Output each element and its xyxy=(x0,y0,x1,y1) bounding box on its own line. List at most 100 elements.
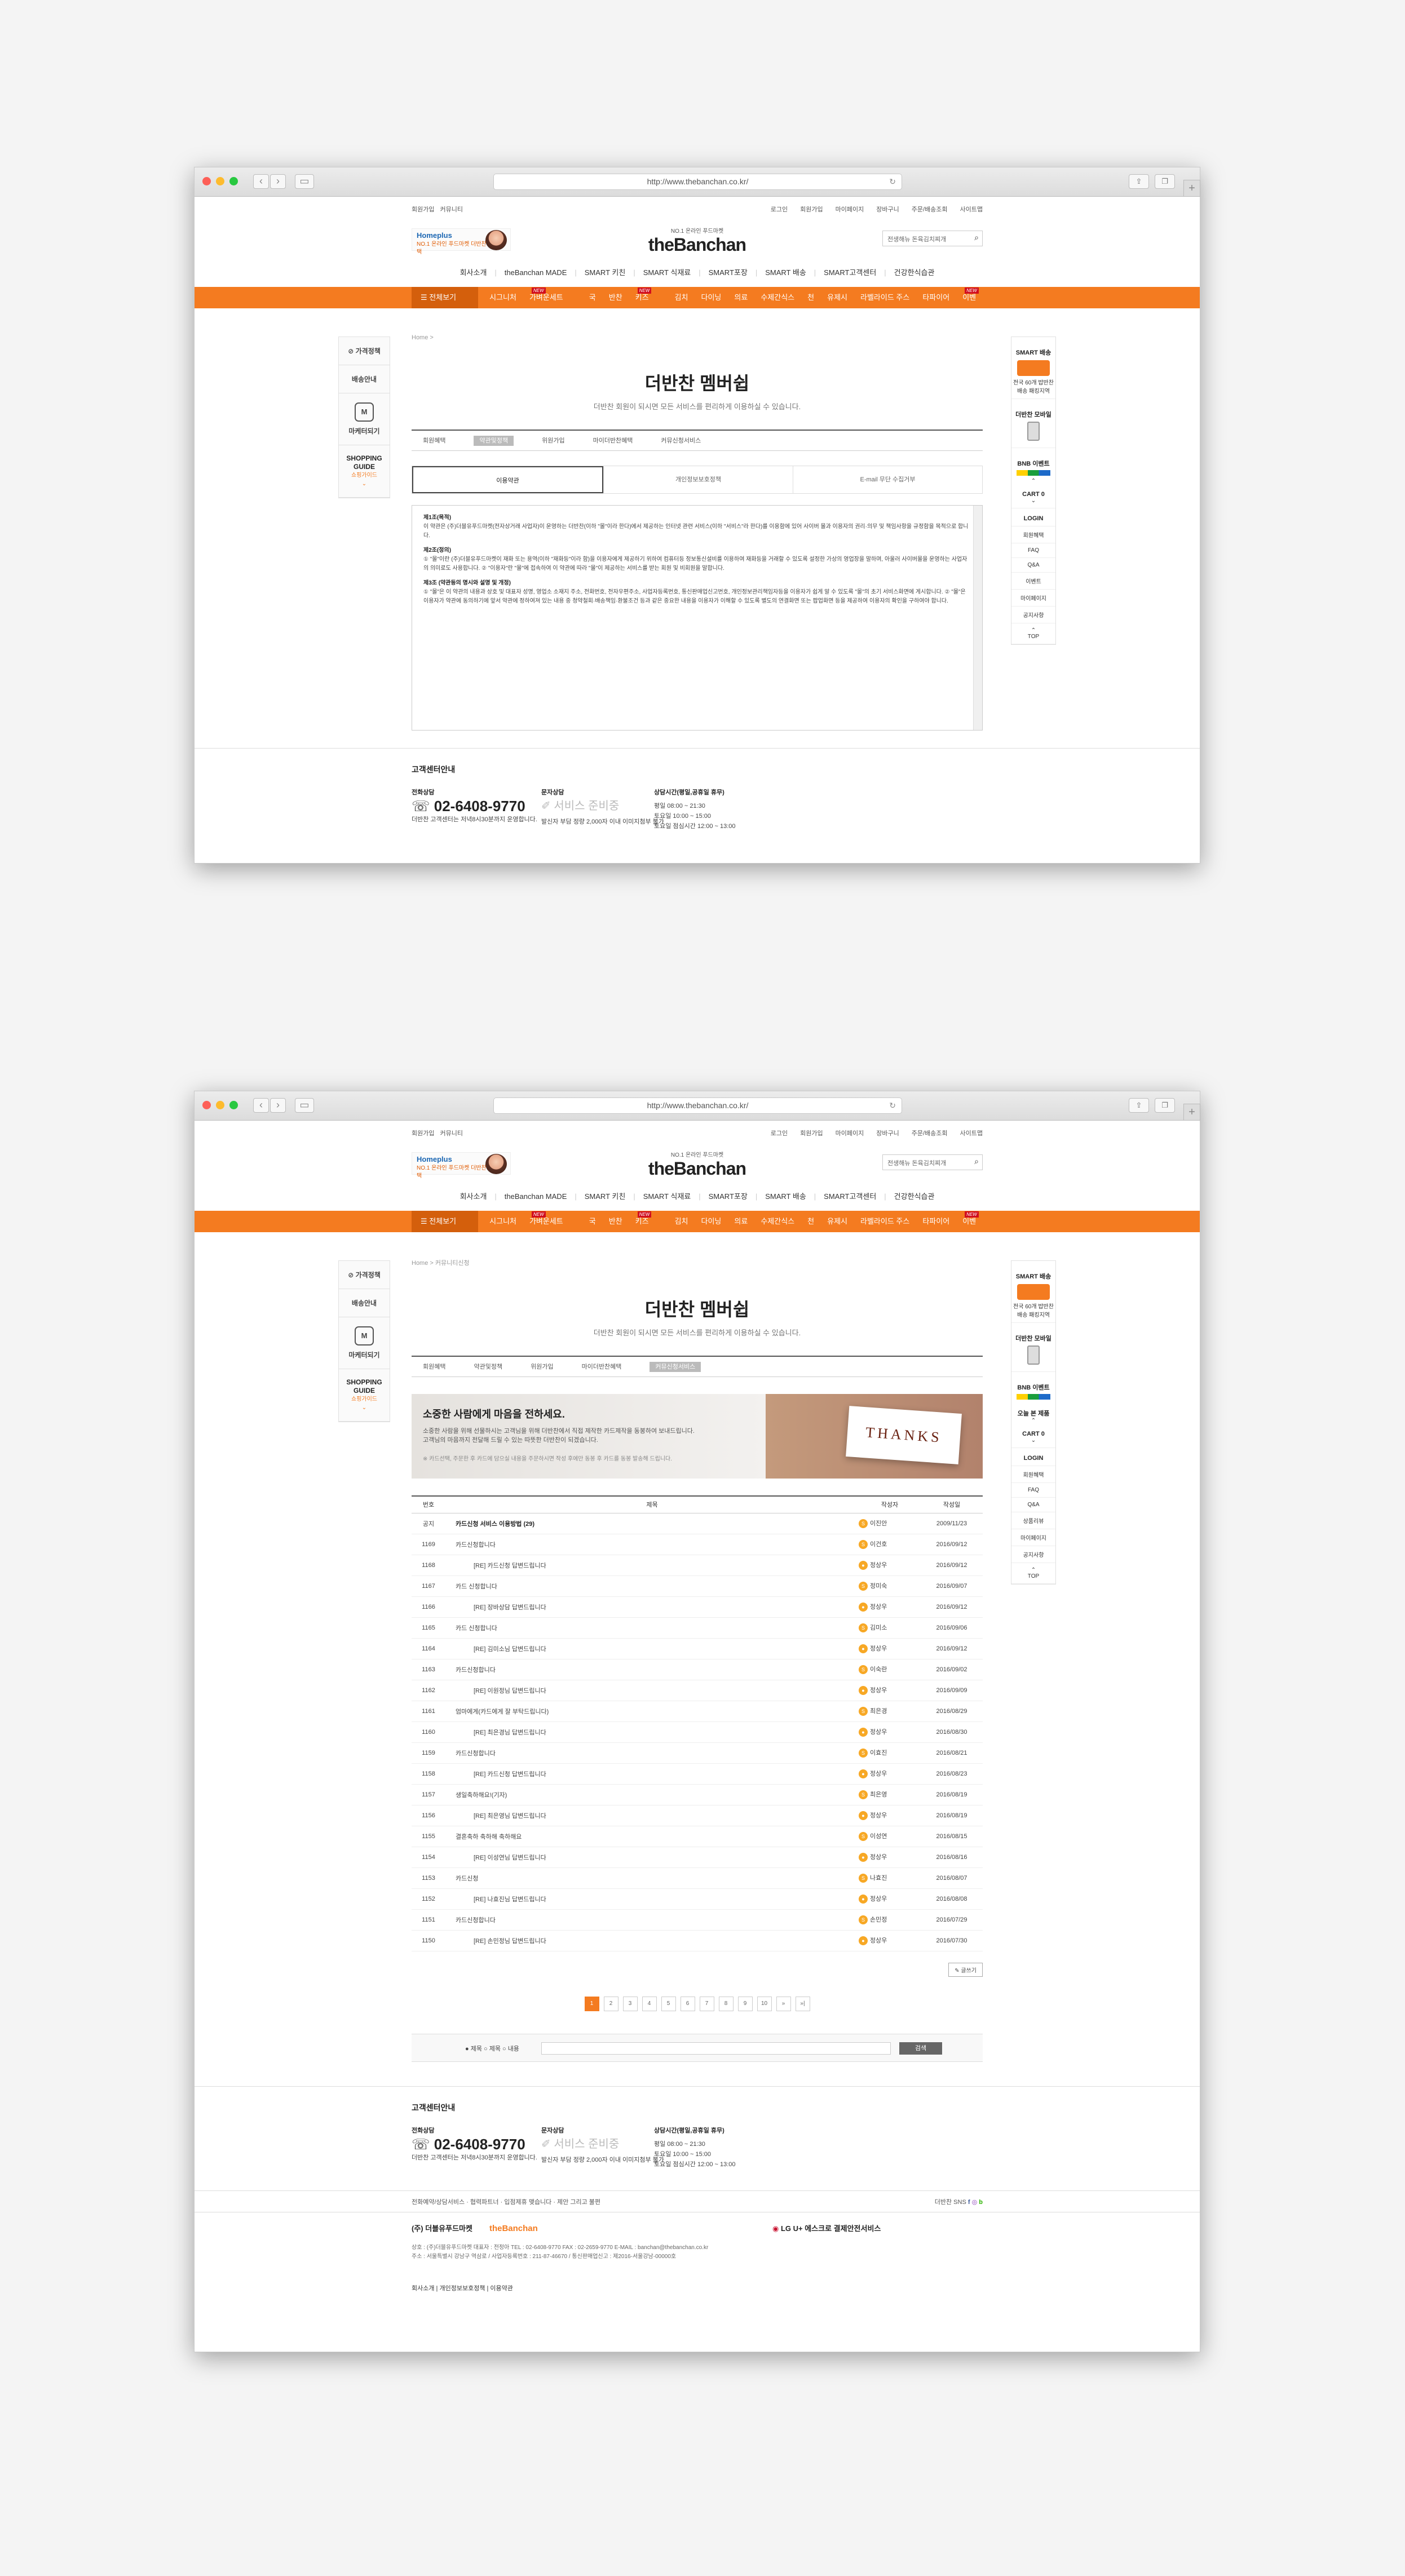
row-title[interactable]: [RE] 최은영님 답변드립니다 xyxy=(445,1805,859,1826)
table-row[interactable]: 1162 [RE] 이원정님 답변드립니다 ● 정상우 2016/09/09 xyxy=(412,1680,983,1701)
row-title[interactable]: [RE] 장바상담 답변드립니다 xyxy=(445,1596,859,1618)
login-button[interactable]: LOGIN xyxy=(1011,1448,1055,1466)
category-item[interactable]: 의료 xyxy=(734,293,748,302)
row-title[interactable]: [RE] 이성연님 답변드립니다 xyxy=(445,1847,859,1868)
close-window-button[interactable] xyxy=(202,177,211,185)
page-button[interactable]: 9 xyxy=(737,1996,753,2011)
tab-join[interactable]: 위원가입 xyxy=(531,1364,553,1370)
terms-textbox[interactable]: 제1조(목적) 이 약관은 (주)더블유푸드마켓(전자상거래 사업자)이 운영하는… xyxy=(412,505,983,731)
promo-banner[interactable]: Homeplus NO.1 온라인 푸드마켓 더반찬 특별혜택 xyxy=(412,1152,511,1179)
side-menu-item[interactable]: 상품리뷰 xyxy=(1011,1512,1055,1529)
minimize-window-button[interactable] xyxy=(216,1101,224,1109)
delivery-info-link[interactable]: 배송안내 xyxy=(339,1289,390,1317)
table-row[interactable]: 1166 [RE] 장바상담 답변드립니다 ● 정상우 2016/09/12 xyxy=(412,1596,983,1618)
search-type-radios[interactable]: ● 제목 ○ 제목 ○ 내용 xyxy=(465,2044,519,2053)
side-menu-item[interactable]: FAQ xyxy=(1011,1483,1055,1498)
table-row[interactable]: 1164 [RE] 김미소님 답변드립니다 ● 정상우 2016/09/12 xyxy=(412,1638,983,1659)
address-bar[interactable]: http://www.thebanchan.co.kr/↻ xyxy=(493,174,902,190)
page-button[interactable]: » xyxy=(776,1996,791,2011)
menu-item[interactable]: SMART고객센터 xyxy=(824,268,876,277)
category-item[interactable]: 타파이어 xyxy=(922,293,949,302)
category-item[interactable]: NEW 키즈 xyxy=(635,1211,662,1225)
menu-item[interactable]: SMART 식재료 xyxy=(643,268,691,277)
tab-my-benefits[interactable]: 마이더반찬혜택 xyxy=(582,1364,622,1370)
mypage-link[interactable]: 마이페이지 xyxy=(836,206,864,213)
table-row[interactable]: 1150 [RE] 손민정님 답변드립니다 ● 정상우 2016/07/30 xyxy=(412,1930,983,1951)
menu-item[interactable]: SMART 키친 xyxy=(585,1192,626,1201)
row-title[interactable]: 생일축하해요!(기자) xyxy=(445,1784,859,1805)
shopping-guide-link[interactable]: SHOPPING GUIDE 쇼핑가이드 ⌄ xyxy=(339,1369,390,1422)
marketer-link[interactable]: M 마케터되기 xyxy=(339,393,390,445)
table-row[interactable]: 1159 카드신청합니다 S 이효진 2016/08/21 xyxy=(412,1742,983,1764)
category-item[interactable]: 라벨라이드 주스 xyxy=(860,1217,909,1225)
order-link[interactable]: 주문/배송조회 xyxy=(912,206,948,213)
side-menu-item[interactable]: Q&A xyxy=(1011,1498,1055,1512)
forward-icon[interactable]: › xyxy=(270,174,286,189)
tab-card-service[interactable]: 커뮤신청서비스 xyxy=(650,1362,701,1372)
board-search-input[interactable] xyxy=(541,2042,891,2055)
row-title[interactable]: 카드 신청합니다 xyxy=(445,1575,859,1597)
join-link[interactable]: 회원가입 xyxy=(800,1130,823,1137)
sns-links[interactable]: 더반찬 SNS f ◎ b xyxy=(935,2197,983,2206)
terms-link[interactable]: 이용약관 xyxy=(490,2285,512,2292)
tab-privacy[interactable]: 개인정보보호정책 xyxy=(603,466,793,493)
app-event-title[interactable]: BNB 이벤트 xyxy=(1011,452,1055,468)
top-button[interactable]: ⌃ TOP xyxy=(1011,1563,1055,1584)
row-title[interactable]: 카드신청 xyxy=(445,1867,859,1889)
tab-terms[interactable]: 약관및정책 xyxy=(474,1364,502,1370)
search-button[interactable]: 검색 xyxy=(899,2042,942,2055)
category-item[interactable]: 라벨라이드 주스 xyxy=(860,293,909,302)
table-row[interactable]: 1161 엄마에게(카드에게 잘 부탁드립니다) S 최은경 2016/08/29 xyxy=(412,1701,983,1722)
login-link[interactable]: 로그인 xyxy=(771,206,788,213)
util-link[interactable]: 회원가입 xyxy=(412,1130,434,1137)
row-title[interactable]: 카드 신청합니다 xyxy=(445,1617,859,1639)
reload-icon[interactable]: ↻ xyxy=(889,1098,896,1113)
category-item[interactable]: 타파이어 xyxy=(922,1217,949,1225)
table-row[interactable]: 1154 [RE] 이성연님 답변드립니다 ● 정상우 2016/08/16 xyxy=(412,1847,983,1868)
privacy-link[interactable]: 개인정보보호정책 xyxy=(439,2285,485,2292)
table-row[interactable]: 1163 카드신청합니다 S 이숙란 2016/09/02 xyxy=(412,1659,983,1680)
menu-item[interactable]: SMART 키친 xyxy=(585,268,626,277)
menu-item[interactable]: SMART 배송 xyxy=(765,1192,806,1201)
menu-item[interactable]: 회사소개 xyxy=(460,1192,487,1201)
tabs-icon[interactable]: ❐ xyxy=(1155,1098,1175,1113)
side-menu-item[interactable]: 마이페이지 xyxy=(1011,590,1055,607)
category-item[interactable]: 다이닝 xyxy=(701,1217,722,1225)
category-item[interactable]: NEW 가벼운세트 xyxy=(529,1211,576,1225)
login-link[interactable]: 로그인 xyxy=(771,1130,788,1137)
page-button[interactable]: 4 xyxy=(642,1996,657,2011)
category-item[interactable]: 다이닝 xyxy=(701,293,722,302)
side-menu-item[interactable]: 공지사항 xyxy=(1011,1546,1055,1563)
reload-icon[interactable]: ↻ xyxy=(889,174,896,189)
category-item[interactable]: 국 xyxy=(589,1217,596,1225)
row-title[interactable]: [RE] 최은경님 답변드립니다 xyxy=(445,1721,859,1743)
app-store-icons[interactable] xyxy=(1017,1394,1050,1400)
table-row[interactable]: 1153 카드신청 S 나효진 2016/08/07 xyxy=(412,1867,983,1889)
price-policy-link[interactable]: ⊘ 가격정책 xyxy=(339,337,390,365)
page-button[interactable]: 3 xyxy=(622,1996,638,2011)
row-title[interactable]: 결혼축하 축하해 축하해요 xyxy=(445,1826,859,1847)
menu-item[interactable]: 건강한식습관 xyxy=(894,1192,935,1201)
row-title[interactable]: [RE] 김미소님 답변드립니다 xyxy=(445,1638,859,1659)
util-link[interactable]: 커뮤니티 xyxy=(440,206,462,213)
search-icon[interactable]: ⌕ xyxy=(974,1157,979,1166)
order-link[interactable]: 주문/배송조회 xyxy=(912,1130,948,1137)
page-button[interactable]: 8 xyxy=(718,1996,734,2011)
side-menu-item[interactable]: 공지사항 xyxy=(1011,607,1055,623)
category-item[interactable]: 유제시 xyxy=(827,1217,847,1225)
table-row[interactable]: 1160 [RE] 최은경님 답변드립니다 ● 정상우 2016/08/30 xyxy=(412,1721,983,1743)
facebook-icon[interactable]: f xyxy=(968,2199,970,2206)
category-item[interactable]: 국 xyxy=(589,293,596,302)
login-button[interactable]: LOGIN xyxy=(1011,508,1055,526)
blog-icon[interactable]: b xyxy=(979,2199,983,2206)
page-button[interactable]: 7 xyxy=(699,1996,714,2011)
tab-card-service[interactable]: 커뮤신청서비스 xyxy=(661,437,701,444)
sidebar-icon[interactable]: ▭ xyxy=(295,1098,314,1113)
mobile-title[interactable]: 더반찬 모바일 xyxy=(1011,403,1055,419)
cart-link[interactable]: CART 0 xyxy=(1011,1424,1055,1437)
menu-item[interactable]: SMART포장 xyxy=(709,1192,748,1201)
new-tab-icon[interactable]: + xyxy=(1183,180,1200,197)
search-icon[interactable]: ⌕ xyxy=(974,233,979,242)
price-policy-link[interactable]: ⊘ 가격정책 xyxy=(339,1261,390,1289)
forward-icon[interactable]: › xyxy=(270,1098,286,1113)
